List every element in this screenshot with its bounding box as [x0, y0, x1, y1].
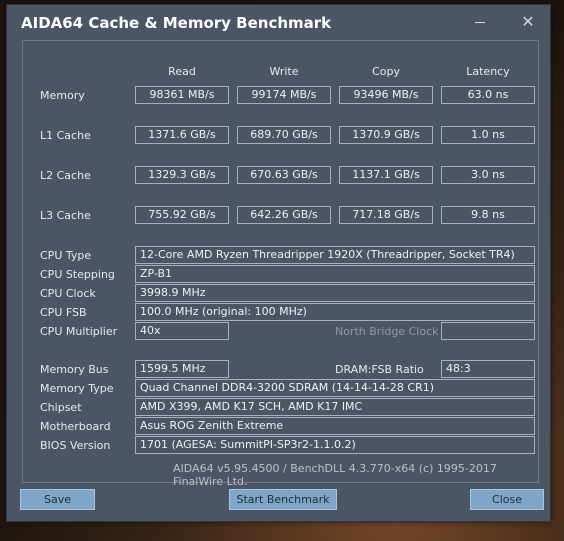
row-label-l1: L1 Cache	[40, 129, 91, 142]
l3-write-value: 642.26 GB/s	[237, 206, 331, 224]
close-icon[interactable]: ✕	[519, 13, 537, 31]
dram-fsb-ratio-label: DRAM:FSB Ratio	[335, 363, 424, 376]
l1-copy-value: 1370.9 GB/s	[339, 126, 433, 144]
chipset-label: Chipset	[40, 401, 82, 414]
row-label-l3: L3 Cache	[40, 209, 91, 222]
header-read: Read	[168, 65, 196, 78]
minimize-icon[interactable]	[475, 22, 485, 23]
memory-type-label: Memory Type	[40, 382, 114, 395]
cpu-multiplier-label: CPU Multiplier	[40, 325, 118, 338]
dram-fsb-ratio-value: 48:3	[441, 360, 535, 378]
window-title: AIDA64 Cache & Memory Benchmark	[21, 14, 332, 32]
cpu-clock-label: CPU Clock	[40, 287, 96, 300]
bios-version-value: 1701 (AGESA: SummitPI-SP3r2-1.1.0.2)	[135, 436, 535, 454]
motherboard-value: Asus ROG Zenith Extreme	[135, 417, 535, 435]
cpu-fsb-label: CPU FSB	[40, 306, 87, 319]
l3-copy-value: 717.18 GB/s	[339, 206, 433, 224]
memory-copy-value: 93496 MB/s	[339, 86, 433, 104]
header-write: Write	[269, 65, 299, 78]
l1-read-value: 1371.6 GB/s	[135, 126, 229, 144]
memory-type-value: Quad Channel DDR4-3200 SDRAM (14-14-14-2…	[135, 379, 535, 397]
l1-latency-value: 1.0 ns	[441, 126, 535, 144]
cpu-stepping-value: ZP-B1	[135, 265, 535, 283]
bios-version-label: BIOS Version	[40, 439, 111, 452]
cpu-type-value: 12-Core AMD Ryzen Threadripper 1920X (Th…	[135, 246, 535, 264]
memory-latency-value: 63.0 ns	[441, 86, 535, 104]
save-button[interactable]: Save	[20, 489, 95, 510]
row-label-l2: L2 Cache	[40, 169, 91, 182]
results-panel: Read Write Copy Latency Memory 98361 MB/…	[22, 40, 539, 488]
start-benchmark-button[interactable]: Start Benchmark	[229, 489, 337, 510]
cpu-type-label: CPU Type	[40, 249, 92, 262]
benchmark-window: AIDA64 Cache & Memory Benchmark ✕ Read W…	[6, 4, 551, 522]
north-bridge-clock-value	[441, 322, 535, 340]
row-label-memory: Memory	[40, 89, 85, 102]
title-bar: AIDA64 Cache & Memory Benchmark ✕	[7, 5, 550, 39]
close-button[interactable]: Close	[470, 489, 544, 510]
cpu-stepping-label: CPU Stepping	[40, 268, 115, 281]
cpu-multiplier-value: 40x	[135, 322, 229, 340]
l3-read-value: 755.92 GB/s	[135, 206, 229, 224]
header-copy: Copy	[372, 65, 400, 78]
memory-write-value: 99174 MB/s	[237, 86, 331, 104]
memory-bus-value: 1599.5 MHz	[135, 360, 229, 378]
memory-bus-label: Memory Bus	[40, 363, 109, 376]
l2-latency-value: 3.0 ns	[441, 166, 535, 184]
l2-read-value: 1329.3 GB/s	[135, 166, 229, 184]
l2-copy-value: 1137.1 GB/s	[339, 166, 433, 184]
header-latency: Latency	[466, 65, 510, 78]
l1-write-value: 689.70 GB/s	[237, 126, 331, 144]
version-footer: AIDA64 v5.95.4500 / BenchDLL 4.3.770-x64…	[173, 462, 497, 488]
motherboard-label: Motherboard	[40, 420, 111, 433]
l3-latency-value: 9.8 ns	[441, 206, 535, 224]
l2-write-value: 670.63 GB/s	[237, 166, 331, 184]
memory-read-value: 98361 MB/s	[135, 86, 229, 104]
cpu-clock-value: 3998.9 MHz	[135, 284, 535, 302]
chipset-value: AMD X399, AMD K17 SCH, AMD K17 IMC	[135, 398, 535, 416]
cpu-fsb-value: 100.0 MHz (original: 100 MHz)	[135, 303, 535, 321]
north-bridge-clock-label: North Bridge Clock	[335, 325, 439, 338]
